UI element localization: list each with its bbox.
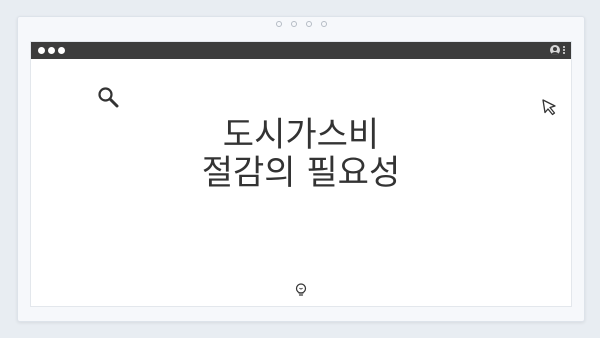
pager-dot[interactable] [290,21,297,27]
window-titlebar [31,42,571,59]
pager-dot[interactable] [320,21,327,27]
kebab-menu-icon[interactable] [563,46,565,54]
pager [18,21,584,27]
page-title-line-2: 절감의 필요성 [201,153,401,193]
titlebar-actions [550,45,565,55]
lightbulb-icon [295,283,307,296]
window-dot-icon[interactable] [48,47,55,54]
pager-dot[interactable] [275,21,282,27]
pager-dot[interactable] [305,21,312,27]
browser-window: 도시가스비 절감의 필요성 [30,41,572,307]
cursor-icon [542,99,556,116]
page-title: 도시가스비 절감의 필요성 [31,116,571,192]
slide-frame: 도시가스비 절감의 필요성 [17,16,585,322]
window-dot-icon[interactable] [38,47,45,54]
page-title-line-1: 도시가스비 [222,115,380,155]
window-controls [38,47,65,54]
search-icon [98,87,119,108]
window-dot-icon[interactable] [58,47,65,54]
user-icon[interactable] [550,45,560,55]
